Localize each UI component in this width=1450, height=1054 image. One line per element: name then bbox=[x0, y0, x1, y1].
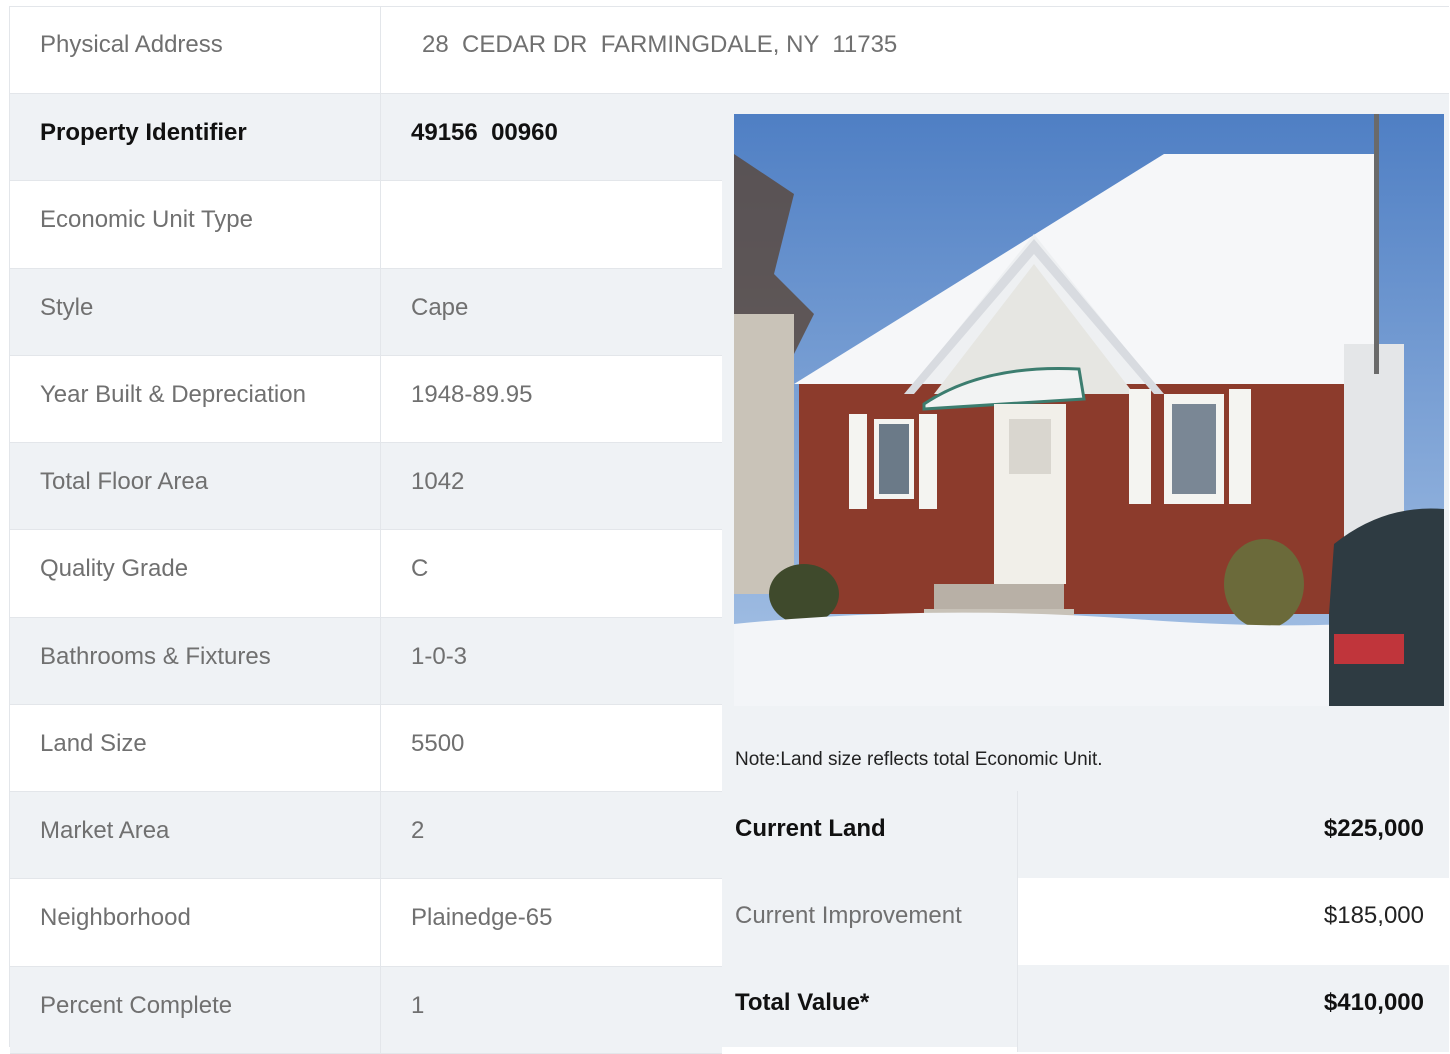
detail-value: 2 bbox=[411, 817, 425, 845]
value-amount: $410,000 bbox=[1323, 989, 1424, 1016]
address-row: Physical Address 28 CEDAR DR FARMINGDALE… bbox=[10, 7, 1449, 94]
column-divider bbox=[380, 792, 381, 879]
value-label: Current Improvement bbox=[735, 902, 962, 929]
property-photo[interactable] bbox=[734, 114, 1444, 706]
detail-value: Plainedge-65 bbox=[411, 904, 553, 932]
value-label: Current Land bbox=[735, 815, 886, 842]
column-divider bbox=[380, 966, 381, 1053]
column-divider bbox=[380, 181, 381, 268]
column-divider bbox=[380, 704, 381, 792]
detail-label: Market Area bbox=[40, 817, 170, 845]
detail-value: 5500 bbox=[411, 729, 465, 757]
detail-value: 49156 00960 bbox=[411, 119, 558, 146]
detail-label: Bathrooms & Fixtures bbox=[40, 642, 271, 670]
column-divider bbox=[380, 94, 381, 181]
detail-label: Total Floor Area bbox=[40, 468, 209, 496]
value-amount: $185,000 bbox=[1323, 902, 1424, 929]
value-amount: $225,000 bbox=[1323, 815, 1424, 842]
property-details-table: Property Identifier 49156 00960 Economic… bbox=[10, 94, 722, 1054]
column-divider bbox=[380, 879, 381, 966]
value-row-current-improvement: Current Improvement $185,000 bbox=[722, 878, 1449, 965]
value-row-total-value: Total Value* $410,000 bbox=[722, 965, 1449, 1052]
detail-value: Cape bbox=[411, 293, 469, 321]
detail-label: Neighborhood bbox=[40, 904, 191, 932]
detail-row-quality-grade: Quality Grade C bbox=[10, 530, 722, 618]
land-size-note: Note:Land size reflects total Economic U… bbox=[735, 749, 1103, 770]
detail-row-bathrooms-fixtures: Bathrooms & Fixtures 1-0-3 bbox=[10, 617, 722, 705]
column-divider bbox=[380, 443, 381, 530]
valuation-panel: Note:Land size reflects total Economic U… bbox=[722, 94, 1449, 1052]
column-divider bbox=[380, 268, 381, 355]
column-divider bbox=[380, 7, 381, 93]
detail-value: 1042 bbox=[411, 468, 465, 496]
detail-row-year-built: Year Built & Depreciation 1948-89.95 bbox=[10, 355, 722, 444]
detail-row-percent-complete: Percent Complete 1 bbox=[10, 966, 722, 1054]
detail-value: 1948-89.95 bbox=[411, 380, 533, 408]
detail-row-market-area: Market Area 2 bbox=[10, 792, 722, 880]
value-cell: $225,000 bbox=[1017, 791, 1449, 878]
detail-value: C bbox=[411, 555, 429, 583]
detail-label: Economic Unit Type bbox=[40, 206, 253, 234]
address-label: Physical Address bbox=[40, 31, 223, 58]
house-image bbox=[734, 114, 1444, 706]
detail-label: Quality Grade bbox=[40, 555, 189, 583]
address-value: 28 CEDAR DR FARMINGDALE, NY 11735 bbox=[422, 31, 898, 58]
column-divider bbox=[380, 617, 381, 704]
detail-label: Percent Complete bbox=[40, 991, 233, 1019]
detail-label: Style bbox=[40, 293, 94, 321]
detail-row-total-floor-area: Total Floor Area 1042 bbox=[10, 443, 722, 531]
detail-row-style: Style Cape bbox=[10, 268, 722, 356]
detail-label: Land Size bbox=[40, 729, 147, 757]
detail-value: 1-0-3 bbox=[411, 642, 468, 670]
value-label: Total Value* bbox=[735, 989, 870, 1016]
column-divider bbox=[380, 530, 381, 617]
value-cell: $185,000 bbox=[1017, 878, 1449, 965]
detail-label: Property Identifier bbox=[40, 119, 247, 146]
detail-row-land-size: Land Size 5500 bbox=[10, 704, 722, 793]
value-row-current-land: Current Land $225,000 bbox=[722, 791, 1449, 878]
detail-row-property-identifier: Property Identifier 49156 00960 bbox=[10, 94, 722, 182]
value-cell: $410,000 bbox=[1017, 965, 1449, 1052]
detail-label: Year Built & Depreciation bbox=[40, 380, 306, 408]
detail-value: 1 bbox=[411, 991, 425, 1019]
detail-row-economic-unit-type: Economic Unit Type bbox=[10, 181, 722, 269]
detail-row-neighborhood: Neighborhood Plainedge-65 bbox=[10, 879, 722, 967]
column-divider bbox=[380, 355, 381, 443]
